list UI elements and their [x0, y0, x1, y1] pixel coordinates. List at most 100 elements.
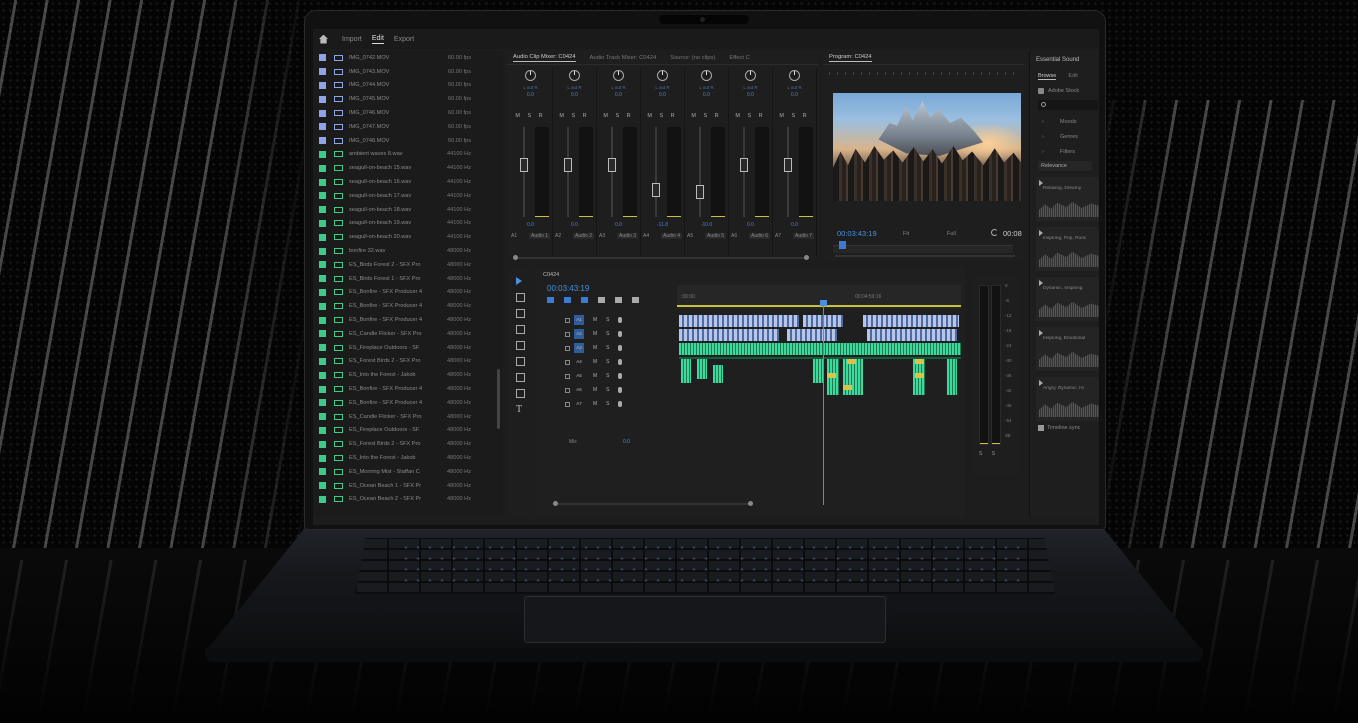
- label-color-swatch[interactable]: [319, 137, 326, 145]
- project-item[interactable]: ES_Ocean Beach 1 - SFX Pr 48000 Hz: [313, 479, 503, 493]
- project-item[interactable]: IMG_0743.MOV 60.00 fps: [313, 65, 503, 79]
- timeline-sync-checkbox[interactable]: [1038, 425, 1044, 431]
- sequence-tab[interactable]: C0424: [543, 272, 559, 278]
- mixer-scrollbar[interactable]: [513, 255, 809, 260]
- pan-knob-icon[interactable]: [657, 70, 668, 81]
- pan-value[interactable]: 0.0: [597, 92, 640, 98]
- track-target[interactable]: A7: [574, 399, 584, 409]
- video-clip[interactable]: [863, 315, 959, 327]
- channel-name[interactable]: Audio 4: [661, 233, 682, 239]
- pan-knob-icon[interactable]: [789, 70, 800, 81]
- label-color-swatch[interactable]: [319, 275, 326, 283]
- label-color-swatch[interactable]: [319, 385, 326, 393]
- label-color-swatch[interactable]: [319, 330, 326, 338]
- volume-fader[interactable]: [784, 157, 792, 172]
- settings-wrench-icon[interactable]: [615, 297, 622, 303]
- project-item[interactable]: ES_Into the Forest - Jakob 48000 Hz: [313, 368, 503, 382]
- label-color-swatch[interactable]: [319, 219, 326, 227]
- project-item[interactable]: ES_Forest Birds 2 - SFX Pro 48000 Hz: [313, 437, 503, 451]
- selection-tool-icon[interactable]: [516, 277, 522, 285]
- solo-button[interactable]: S: [606, 317, 609, 323]
- label-color-swatch[interactable]: [319, 288, 326, 296]
- project-item[interactable]: seagull-on-beach 15.wav 44100 Hz: [313, 161, 503, 175]
- channel-name[interactable]: Audio 3: [617, 233, 638, 239]
- volume-fader[interactable]: [520, 157, 528, 172]
- lock-icon[interactable]: [565, 345, 570, 351]
- channel-volume-db[interactable]: -11.8: [641, 222, 684, 228]
- label-color-swatch[interactable]: [319, 454, 326, 462]
- project-item[interactable]: IMG_0747.MOV 60.00 fps: [313, 120, 503, 134]
- mute-solo-record-buttons[interactable]: M S R: [509, 113, 552, 119]
- project-item[interactable]: seagull-on-beach 16.wav 44100 Hz: [313, 175, 503, 189]
- rectangle-tool-icon[interactable]: [516, 373, 525, 382]
- project-item[interactable]: ES_Bonfire - SFX Producer 4 48000 Hz: [313, 396, 503, 410]
- channel-volume-db[interactable]: -10.0: [685, 222, 728, 228]
- mute-solo-record-buttons[interactable]: M S R: [685, 113, 728, 119]
- project-item[interactable]: bonfire 32.wav 48000 Hz: [313, 244, 503, 258]
- label-color-swatch[interactable]: [319, 399, 326, 407]
- sfx-clip[interactable]: [681, 359, 691, 383]
- keyframe-marker[interactable]: [915, 373, 924, 378]
- channel-name[interactable]: Audio 1: [529, 233, 550, 239]
- meter-solo-buttons[interactable]: S S: [979, 451, 999, 457]
- mic-icon[interactable]: [617, 373, 622, 379]
- lock-icon[interactable]: [565, 359, 570, 365]
- timeline-timecode[interactable]: 00:03:43:19: [547, 284, 589, 293]
- label-color-swatch[interactable]: [319, 192, 326, 200]
- label-color-swatch[interactable]: [319, 150, 326, 158]
- solo-button[interactable]: S: [606, 359, 609, 365]
- project-item[interactable]: ES_Morning Mist - Staffan C 48000 Hz: [313, 465, 503, 479]
- solo-button[interactable]: S: [606, 331, 609, 337]
- project-item[interactable]: ES_Birds Forest 2 - SFX Pro 48000 Hz: [313, 258, 503, 272]
- filter-moods[interactable]: Moods: [1030, 110, 1099, 125]
- mic-icon[interactable]: [617, 387, 622, 393]
- mute-solo-record-buttons[interactable]: M S R: [641, 113, 684, 119]
- music-card[interactable]: Relaxing, Dreamy: [1036, 177, 1099, 221]
- volume-fader[interactable]: [564, 157, 572, 172]
- sfx-clip[interactable]: [713, 365, 723, 383]
- channel-volume-db[interactable]: 0.0: [729, 222, 772, 228]
- program-playhead[interactable]: [839, 241, 846, 249]
- pan-knob-icon[interactable]: [569, 70, 580, 81]
- pan-value[interactable]: 0.0: [773, 92, 816, 98]
- project-item[interactable]: ES_Bonfire - SFX Producer 4 48000 Hz: [313, 286, 503, 300]
- mic-icon[interactable]: [617, 331, 622, 337]
- lock-icon[interactable]: [565, 401, 570, 407]
- project-item[interactable]: ES_Forest Birds 2 - SFX Pro 48000 Hz: [313, 355, 503, 369]
- resolution-select[interactable]: Full: [947, 231, 956, 237]
- home-icon[interactable]: [319, 34, 328, 44]
- project-item[interactable]: seagull-on-beach 17.wav 44100 Hz: [313, 189, 503, 203]
- program-scrubber[interactable]: [833, 245, 1013, 253]
- channel-name[interactable]: Audio 2: [573, 233, 594, 239]
- tab-export[interactable]: Export: [394, 36, 414, 43]
- channel-name[interactable]: Audio 5: [705, 233, 726, 239]
- sound-search-input[interactable]: [1038, 100, 1098, 110]
- volume-fader[interactable]: [696, 184, 704, 199]
- project-item[interactable]: ES_Bonfire - SFX Producer 4 48000 Hz: [313, 313, 503, 327]
- label-color-swatch[interactable]: [319, 178, 326, 186]
- captions-icon[interactable]: [632, 297, 639, 303]
- razor-tool-icon[interactable]: [516, 325, 525, 334]
- pan-knob-icon[interactable]: [745, 70, 756, 81]
- mute-button[interactable]: M: [593, 401, 597, 407]
- zoom-select[interactable]: Fit: [903, 231, 909, 237]
- track-target[interactable]: A4: [574, 357, 584, 367]
- mute-solo-record-buttons[interactable]: M S R: [553, 113, 596, 119]
- project-item[interactable]: IMG_0744.MOV 60.00 fps: [313, 79, 503, 93]
- track-select-tool-icon[interactable]: [516, 293, 525, 302]
- label-color-swatch[interactable]: [319, 302, 326, 310]
- pan-value[interactable]: 0.0: [553, 92, 596, 98]
- label-color-swatch[interactable]: [319, 123, 326, 131]
- channel-volume-db[interactable]: 0.0: [553, 222, 596, 228]
- project-item[interactable]: ES_Birds Forest 1 - SFX Pro 48000 Hz: [313, 272, 503, 286]
- mute-button[interactable]: M: [593, 345, 597, 351]
- project-item[interactable]: IMG_0748.MOV 60.00 fps: [313, 134, 503, 148]
- type-tool-icon[interactable]: T: [516, 405, 525, 415]
- lock-icon[interactable]: [565, 387, 570, 393]
- pan-value[interactable]: 0.0: [641, 92, 684, 98]
- pan-knob-icon[interactable]: [701, 70, 712, 81]
- label-color-swatch[interactable]: [319, 440, 326, 448]
- project-item[interactable]: ES_Bonfire - SFX Producer 4 48000 Hz: [313, 382, 503, 396]
- filter-genres[interactable]: Genres: [1030, 125, 1099, 140]
- snap-icon[interactable]: [564, 297, 571, 303]
